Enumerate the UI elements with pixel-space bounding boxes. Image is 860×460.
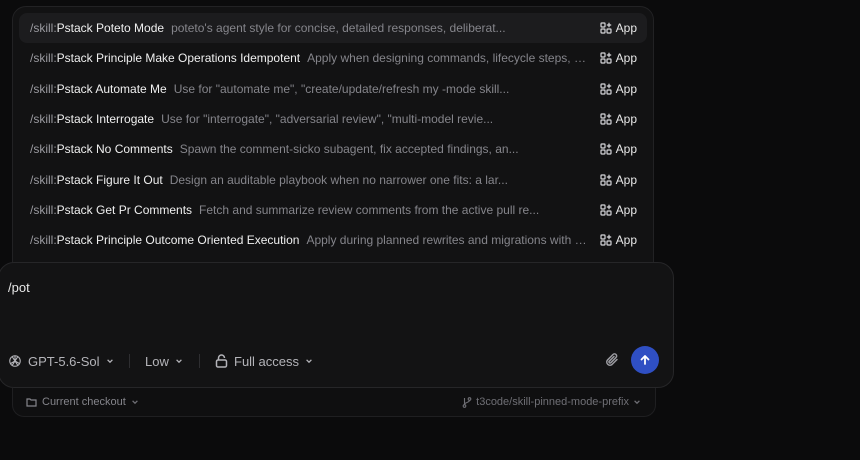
composer-footer: Current checkout t3code/skill-pinned-mod…	[12, 388, 656, 417]
app-badge: App	[600, 233, 637, 247]
effort-selector[interactable]: Low	[145, 347, 183, 375]
model-label: GPT-5.6-Sol	[28, 353, 100, 369]
app-grid-icon	[600, 174, 612, 186]
app-badge-label: App	[615, 21, 637, 36]
skill-prefix: /skill:	[30, 233, 57, 248]
skill-name: Pstack Automate Me	[56, 81, 167, 96]
app-badge-label: App	[615, 233, 637, 248]
skill-prefix: /skill:	[30, 81, 57, 96]
skill-description: Apply when designing commands, lifecycle…	[307, 51, 588, 66]
toolbar-divider	[199, 354, 200, 368]
composer-toolbar: GPT-5.6-Sol Low Full access	[0, 346, 673, 375]
lock-icon	[215, 354, 228, 368]
app-grid-icon	[600, 52, 612, 65]
access-selector[interactable]: Full access	[215, 347, 313, 375]
app-badge: App	[600, 203, 637, 217]
chevron-down-icon	[306, 359, 312, 364]
skill-name: Pstack Figure It Out	[56, 172, 163, 187]
app-badge-label: App	[615, 202, 637, 217]
access-label: Full access	[234, 353, 300, 369]
skill-suggestion-item[interactable]: /skill: Pstack Principle Outcome Oriented…	[19, 225, 647, 255]
folder-icon	[26, 398, 37, 407]
skill-description: Fetch and summarize review comments from…	[199, 202, 540, 217]
app-grid-icon	[600, 234, 612, 246]
skill-prefix: /skill:	[30, 172, 57, 187]
skill-suggestion-item[interactable]: /skill: Pstack Figure It Out Design an aud…	[19, 164, 647, 194]
send-button[interactable]	[631, 346, 659, 374]
chevron-down-icon	[131, 400, 138, 405]
effort-label: Low	[145, 353, 169, 369]
app-badge: App	[600, 82, 637, 96]
app-badge-label: App	[615, 81, 637, 96]
skill-description: poteto's agent style for concise, detail…	[171, 21, 506, 36]
skill-description: Use for "automate me", "create/update/re…	[173, 81, 510, 96]
skill-name: Pstack Interrogate	[56, 112, 155, 127]
app-grid-icon	[600, 113, 612, 125]
git-branch-icon	[462, 396, 472, 408]
skill-suggestion-list: /skill: Pstack Poteto Mode poteto's agent …	[19, 13, 647, 255]
skill-prefix: /skill:	[30, 21, 57, 36]
skill-suggestion-item[interactable]: /skill: Pstack No Comments Spawn the comme…	[19, 134, 647, 164]
skill-prefix: /skill:	[30, 202, 57, 217]
app-badge: App	[600, 112, 637, 126]
skill-prefix: /skill:	[30, 112, 57, 127]
composer: /pot GPT-5.6-Sol Low Full access	[0, 262, 674, 388]
skill-name: Pstack No Comments	[56, 142, 173, 157]
app-badge-label: App	[615, 51, 637, 66]
app-badge: App	[600, 21, 637, 35]
app-grid-icon	[600, 143, 612, 155]
skill-suggestion-item[interactable]: /skill: Pstack Principle Make Operations …	[19, 43, 647, 73]
model-selector[interactable]: GPT-5.6-Sol	[8, 347, 114, 375]
skill-suggestion-item[interactable]: /skill: Pstack Poteto Mode poteto's agent …	[19, 13, 647, 44]
skill-prefix: /skill:	[30, 142, 57, 157]
paperclip-icon[interactable]	[604, 352, 620, 368]
app-grid-icon	[600, 204, 612, 216]
skill-description: Use for "interrogate", "adversarial revi…	[161, 112, 494, 127]
checkout-selector[interactable]: Current checkout	[26, 396, 139, 408]
skill-description: Apply during planned rewrites and migrat…	[306, 233, 588, 248]
skill-suggestion-item[interactable]: /skill: Pstack Automate Me Use for "automa…	[19, 74, 647, 104]
app-badge-label: App	[615, 172, 637, 187]
branch-label: t3code/skill-pinned-mode-prefix	[476, 396, 629, 408]
skill-description: Design an auditable playbook when no nar…	[169, 172, 508, 187]
app-badge-label: App	[615, 112, 637, 127]
app-badge-label: App	[615, 142, 637, 157]
skill-suggestion-item[interactable]: /skill: Pstack Get Pr Comments Fetch and s…	[19, 195, 647, 225]
app-grid-icon	[600, 22, 612, 34]
app-badge: App	[600, 142, 637, 156]
openai-icon	[9, 355, 21, 367]
skill-name: Pstack Principle Make Operations Idempot…	[56, 51, 301, 66]
skill-name: Pstack Poteto Mode	[56, 21, 165, 36]
skill-prefix: /skill:	[30, 51, 57, 66]
skill-description: Spawn the comment-sicko subagent, fix ac…	[179, 142, 519, 157]
skill-suggestion-item[interactable]: /skill: Pstack Interrogate Use for "interr…	[19, 104, 647, 134]
skill-suggestion-menu: /skill: Pstack Poteto Mode poteto's agent …	[12, 6, 654, 276]
chevron-down-icon	[634, 400, 640, 405]
skill-name: Pstack Get Pr Comments	[56, 202, 193, 217]
checkout-label: Current checkout	[42, 396, 126, 408]
app-grid-icon	[600, 83, 612, 95]
app-badge: App	[600, 173, 637, 187]
app-badge: App	[600, 51, 637, 65]
toolbar-divider	[129, 354, 130, 368]
message-input[interactable]: /pot	[8, 280, 30, 295]
branch-selector[interactable]: t3code/skill-pinned-mode-prefix	[462, 396, 641, 408]
chevron-down-icon	[106, 359, 113, 364]
arrow-up-icon	[640, 355, 650, 365]
chevron-down-icon	[176, 359, 182, 364]
skill-name: Pstack Principle Outcome Oriented Execut…	[56, 233, 300, 248]
